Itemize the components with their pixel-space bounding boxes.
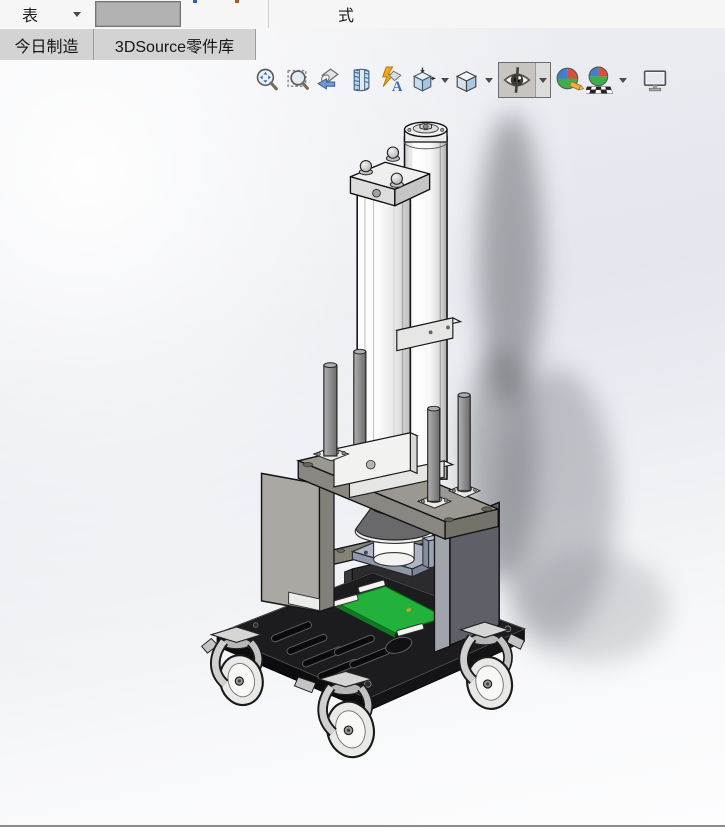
hide-show-items-button[interactable] (499, 63, 535, 97)
previous-view-button[interactable] (314, 62, 345, 98)
chevron-down-icon (618, 77, 627, 83)
table-ribbon-label: 表 (21, 8, 38, 25)
chevron-down-icon (73, 11, 81, 17)
edit-appearance-icon (556, 67, 584, 91)
zoom-to-fit-icon (256, 68, 278, 90)
hide-show-items-group (498, 62, 551, 98)
view-orientation-icon (412, 67, 436, 92)
display-style-icon (455, 70, 478, 92)
zoom-to-fit-button[interactable] (252, 62, 283, 98)
guide-rod-back-left (353, 348, 367, 453)
apply-scene-dropdown[interactable] (616, 62, 629, 98)
view-orientation-button[interactable] (407, 62, 438, 98)
eye-icon (503, 67, 531, 93)
graphics-viewport[interactable]: A (0, 28, 725, 827)
dynamic-annotation-views-button[interactable]: A (376, 62, 407, 98)
cropped-ribbon-icon-fragment (193, 0, 197, 3)
pressed-blank-ribbon-button[interactable] (95, 1, 181, 27)
document-tab-bar: 今日制造 3DSource零件库 (0, 29, 256, 60)
ribbon-separator (268, 0, 269, 28)
style-ribbon-label: 式 (337, 8, 354, 25)
heads-up-view-toolbar: A (252, 62, 670, 98)
frame-left-wall (260, 472, 335, 613)
display-style-dropdown[interactable] (482, 62, 495, 98)
edit-appearance-button[interactable] (554, 62, 585, 98)
hide-show-items-dropdown[interactable] (535, 63, 550, 97)
cropped-ribbon-icon-fragment (235, 0, 239, 3)
tab-3dsource[interactable]: 3DSource零件库 (94, 29, 256, 60)
ribbon-bar: 表 式 (0, 0, 725, 29)
section-view-icon (353, 68, 369, 92)
svg-text:A: A (392, 79, 403, 95)
tab-jinri-zhizao[interactable]: 今日制造 (0, 29, 94, 60)
zoom-to-area-button[interactable] (283, 62, 314, 98)
previous-view-icon (317, 67, 339, 90)
table-ribbon-button[interactable]: 表 (0, 0, 60, 28)
dynamic-annotation-views-icon: A (381, 66, 403, 95)
chevron-down-icon (539, 77, 547, 83)
display-style-button[interactable] (451, 62, 482, 98)
apply-scene-button[interactable] (585, 62, 616, 98)
monitor-icon (643, 70, 666, 92)
chevron-down-icon (484, 77, 493, 83)
chevron-down-icon (440, 77, 449, 83)
press-machine-3d-model[interactable] (0, 28, 725, 825)
view-orientation-dropdown[interactable] (438, 62, 451, 98)
section-view-button[interactable] (345, 62, 376, 98)
table-dropdown-button[interactable] (60, 0, 94, 28)
apply-scene-icon (585, 66, 613, 94)
view-settings-button[interactable] (639, 62, 670, 98)
bottom-margin (0, 827, 725, 831)
zoom-to-area-icon (287, 69, 309, 90)
